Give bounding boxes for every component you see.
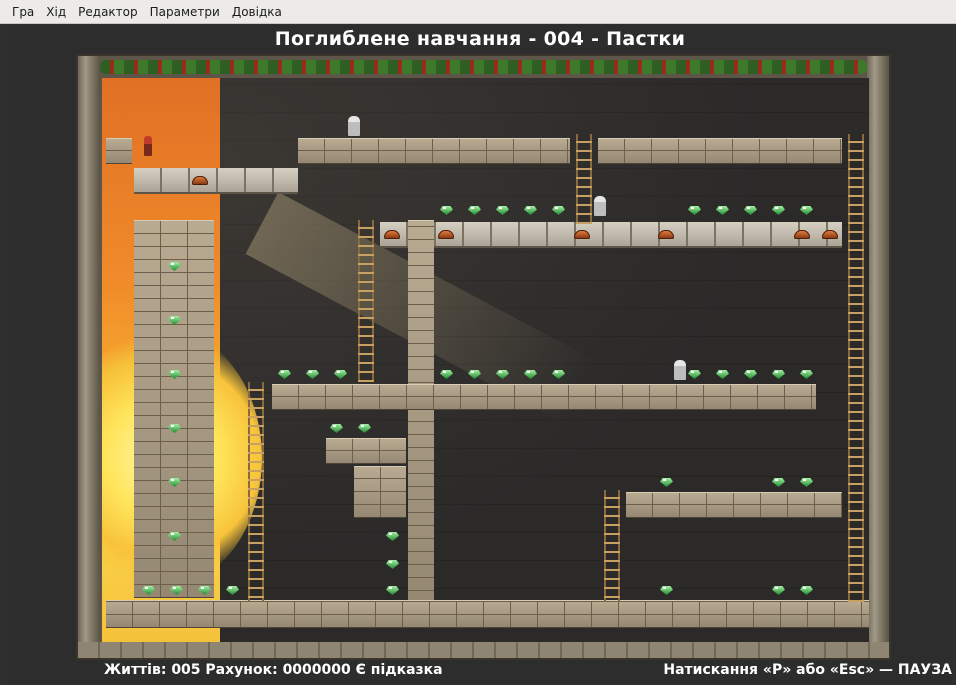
- trap-icon: [794, 230, 810, 239]
- lives-label: Життів:: [104, 662, 167, 678]
- brick-platform: [106, 138, 132, 164]
- brick-step: [354, 466, 406, 518]
- gem-icon: [552, 206, 565, 215]
- trap-icon: [822, 230, 838, 239]
- gem-icon: [524, 206, 537, 215]
- gem-icon: [660, 586, 673, 595]
- playfield[interactable]: [102, 78, 869, 644]
- enemy-icon: [348, 116, 360, 136]
- gem-icon: [772, 206, 785, 215]
- garland-decoration: [100, 60, 867, 74]
- lives-value: 005: [171, 662, 201, 678]
- gem-icon: [772, 370, 785, 379]
- score-label: Рахунок:: [205, 662, 278, 678]
- brick-floor: [106, 600, 869, 628]
- hint-indicator: Є підказка: [355, 662, 443, 678]
- hero-icon: [144, 136, 152, 156]
- gem-icon: [772, 478, 785, 487]
- trap-icon: [192, 176, 208, 185]
- gem-icon: [800, 478, 813, 487]
- level-title: Поглиблене навчання - 004 - Пастки: [274, 28, 686, 50]
- brick-platform: [272, 384, 816, 410]
- gem-icon: [660, 478, 673, 487]
- gem-icon: [386, 560, 399, 569]
- menu-help[interactable]: Довідка: [226, 5, 288, 19]
- trap-icon: [658, 230, 674, 239]
- menu-editor[interactable]: Редактор: [72, 5, 143, 19]
- ladder: [576, 134, 592, 224]
- score-value: 0000000: [282, 662, 351, 678]
- game-area[interactable]: Поглиблене навчання - 004 - Пастки Житті…: [8, 24, 952, 685]
- brick-platform: [298, 138, 570, 164]
- gem-icon: [800, 206, 813, 215]
- gem-icon: [468, 206, 481, 215]
- brick-step: [326, 438, 406, 464]
- gem-icon: [744, 206, 757, 215]
- menu-settings[interactable]: Параметри: [144, 5, 226, 19]
- gem-icon: [386, 586, 399, 595]
- brick-platform: [626, 492, 842, 518]
- ladder: [248, 382, 264, 602]
- gem-icon: [744, 370, 757, 379]
- gem-icon: [306, 370, 319, 379]
- gem-icon: [440, 370, 453, 379]
- stone-ledge: [134, 168, 298, 194]
- menu-move[interactable]: Хід: [40, 5, 72, 19]
- pause-hint: Натискання «P» або «Esc» — ПАУЗА: [663, 662, 952, 678]
- gem-icon: [716, 206, 729, 215]
- gem-icon: [688, 370, 701, 379]
- ladder: [358, 220, 374, 382]
- status-left: Життів: 005 Рахунок: 0000000 Є підказка: [104, 662, 443, 678]
- enemy-icon: [674, 360, 686, 380]
- ladder: [604, 490, 620, 602]
- gem-icon: [278, 370, 291, 379]
- gem-icon: [330, 424, 343, 433]
- enemy-icon: [594, 196, 606, 216]
- gem-icon: [334, 370, 347, 379]
- gem-icon: [386, 532, 399, 541]
- left-pillar: [78, 56, 100, 658]
- gem-icon: [358, 424, 371, 433]
- brick-column: [408, 220, 434, 604]
- gem-icon: [440, 206, 453, 215]
- gem-icon: [716, 370, 729, 379]
- brick-platform: [598, 138, 842, 164]
- ladder: [848, 134, 864, 602]
- menu-game[interactable]: Гра: [6, 5, 40, 19]
- gem-icon: [226, 586, 239, 595]
- gem-icon: [688, 206, 701, 215]
- level-frame: [76, 54, 891, 660]
- brick-tower: [134, 220, 214, 598]
- trap-icon: [574, 230, 590, 239]
- trap-icon: [438, 230, 454, 239]
- frame-bottom: [78, 642, 889, 658]
- menu-bar: Гра Хід Редактор Параметри Довідка: [0, 0, 956, 24]
- gem-icon: [800, 586, 813, 595]
- gem-icon: [496, 206, 509, 215]
- gem-icon: [772, 586, 785, 595]
- gem-icon: [800, 370, 813, 379]
- status-bar: Життів: 005 Рахунок: 0000000 Є підказка …: [8, 658, 952, 682]
- trap-icon: [384, 230, 400, 239]
- right-pillar: [867, 56, 889, 658]
